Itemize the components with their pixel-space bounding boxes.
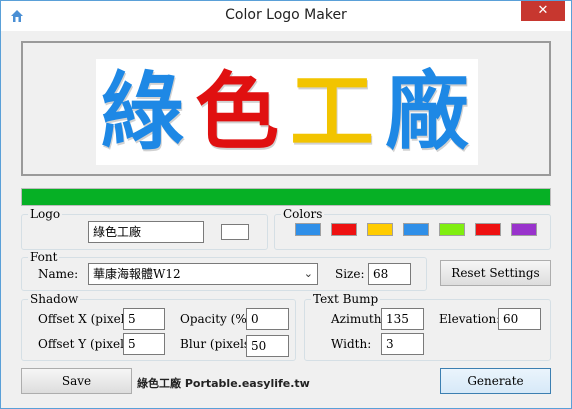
- watermark: 綠色工廠 Portable.easylife.tw: [137, 377, 310, 390]
- colors-group-label: Colors: [281, 207, 325, 221]
- color-swatch[interactable]: [403, 223, 429, 236]
- logo-canvas: 綠色工廠: [96, 59, 478, 165]
- app-window: Color Logo Maker ✕ 綠色工廠 Logo 綠色工廠 Colors…: [0, 0, 572, 409]
- color-swatch[interactable]: [439, 223, 465, 236]
- logo-group-label: Logo: [28, 207, 63, 221]
- color-swatch[interactable]: [295, 223, 321, 236]
- width-label: Width:: [331, 337, 372, 351]
- width-input[interactable]: 3: [381, 333, 424, 355]
- elevation-label: Elevation:: [439, 312, 501, 326]
- chevron-down-icon[interactable]: ⌄: [304, 266, 313, 282]
- elevation-input[interactable]: 60: [498, 308, 541, 330]
- progress-bar: [21, 188, 551, 206]
- logo-text-input[interactable]: 綠色工廠: [88, 221, 204, 243]
- text-bump-group: Text Bump Azimuth: 135 Elevation: 60 Wid…: [304, 292, 551, 361]
- close-button[interactable]: ✕: [521, 1, 565, 21]
- font-name-value: 華康海報體W12: [93, 267, 181, 281]
- shadow-group: Shadow Offset X (pixels): 5 Opacity (%):…: [21, 292, 296, 361]
- font-name-label: Name:: [38, 267, 79, 281]
- shadow-group-label: Shadow: [28, 292, 81, 306]
- logo-color-box[interactable]: [221, 224, 249, 240]
- reset-settings-button[interactable]: Reset Settings: [440, 260, 551, 286]
- window-title: Color Logo Maker: [225, 7, 347, 23]
- title-bar[interactable]: Color Logo Maker ✕: [1, 1, 571, 31]
- blur-input[interactable]: 50: [246, 335, 289, 357]
- azimuth-label: Azimuth:: [331, 312, 386, 326]
- font-group-label: Font: [28, 250, 60, 264]
- colors-group: Colors: [274, 207, 551, 250]
- color-swatch[interactable]: [511, 223, 537, 236]
- offset-y-input[interactable]: 5: [123, 333, 165, 355]
- text-bump-group-label: Text Bump: [311, 292, 381, 306]
- logo-group: Logo 綠色工廠: [21, 207, 268, 250]
- logo-char: 綠: [99, 63, 184, 161]
- logo-char: 色: [194, 63, 279, 161]
- font-group: Font Name: 華康海報體W12 ⌄ Size: 68: [21, 250, 427, 291]
- opacity-input[interactable]: 0: [246, 308, 289, 330]
- logo-char: 工: [289, 63, 374, 161]
- opacity-label: Opacity (%):: [180, 312, 256, 326]
- font-size-label: Size:: [335, 267, 365, 281]
- save-button[interactable]: Save: [21, 368, 132, 394]
- color-swatch[interactable]: [367, 223, 393, 236]
- azimuth-input[interactable]: 135: [381, 308, 424, 330]
- close-icon: ✕: [537, 3, 549, 18]
- main-panel: 綠色工廠 Logo 綠色工廠 Colors Font Name: 華康海報體W1…: [8, 31, 563, 401]
- logo-char: 廠: [384, 63, 469, 161]
- color-swatch[interactable]: [331, 223, 357, 236]
- color-swatch[interactable]: [475, 223, 501, 236]
- generate-button[interactable]: Generate: [440, 368, 551, 394]
- font-name-select[interactable]: 華康海報體W12 ⌄: [88, 263, 318, 285]
- progress-fill: [22, 189, 550, 205]
- font-size-input[interactable]: 68: [368, 263, 411, 285]
- offset-x-input[interactable]: 5: [123, 308, 165, 330]
- logo-preview: 綠色工廠: [21, 41, 551, 176]
